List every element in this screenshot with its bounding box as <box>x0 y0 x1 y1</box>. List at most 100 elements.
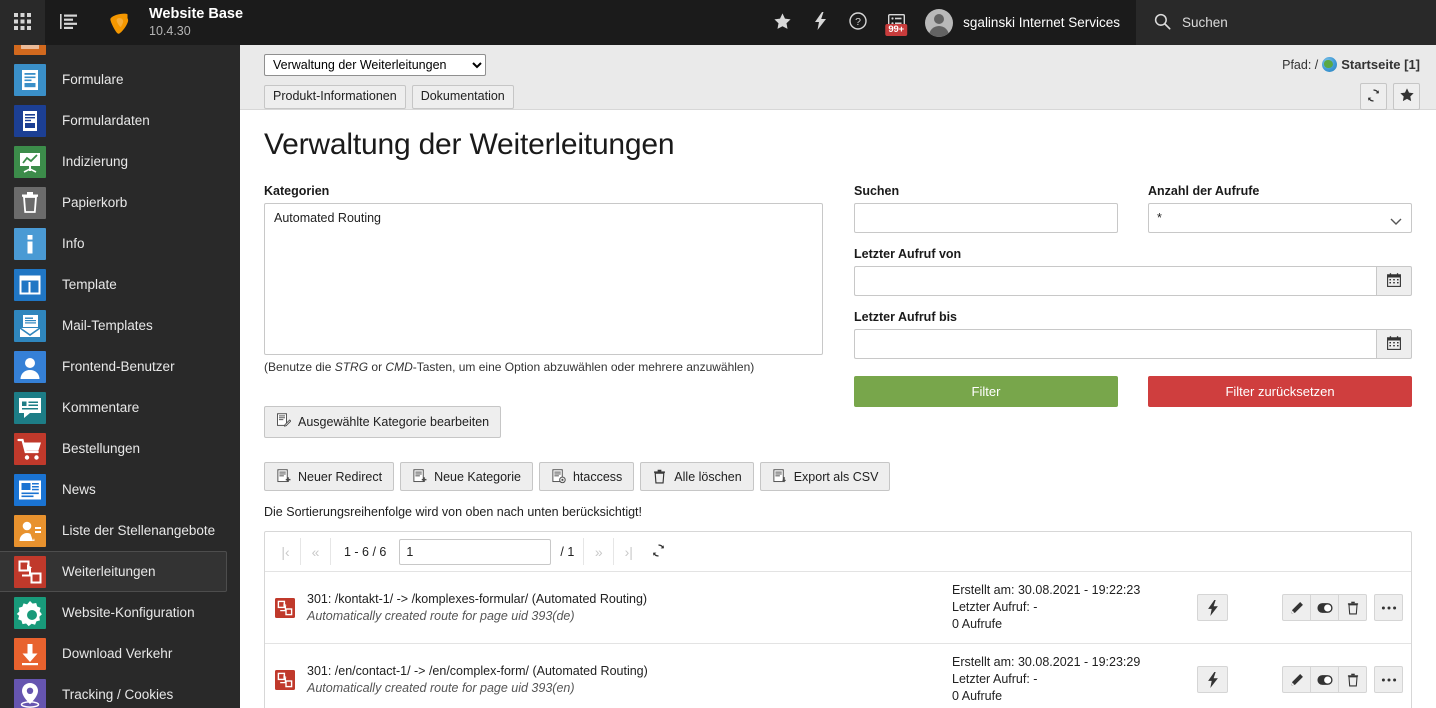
sidebar-item-label: Frontend-Benutzer <box>62 359 175 374</box>
sidebar-item-info[interactable]: Info <box>0 223 240 264</box>
toggle-hide-button[interactable] <box>1310 594 1339 621</box>
avatar <box>925 8 954 37</box>
sidebar-item-news[interactable]: News <box>0 469 240 510</box>
top-toolbar: Website Base 10.4.30 ? 99+ sgalinski Int… <box>0 0 1436 45</box>
sidebar-item-indizierung[interactable]: Indizierung <box>0 141 240 182</box>
sidebar-item-liste-der-stellenangebote[interactable]: Liste der Stellenangebote <box>0 510 240 551</box>
sidebar-item-formulare[interactable]: Formulare <box>0 59 240 100</box>
next-page-button[interactable]: » <box>584 538 614 565</box>
categories-column: Kategorien Automated Routing (Benutze di… <box>264 184 824 438</box>
first-page-button[interactable]: |‹ <box>271 538 300 565</box>
neuer-redirect-button[interactable]: Neuer Redirect <box>264 462 395 491</box>
sidebar-item-unnamed[interactable] <box>0 45 240 59</box>
export-als-csv-button[interactable]: Export als CSV <box>759 462 891 491</box>
edit-button[interactable] <box>1282 594 1311 621</box>
sidebar-item-tracking-cookies[interactable]: Tracking / Cookies <box>0 674 240 708</box>
last-call-to-calendar-button[interactable] <box>1376 329 1412 359</box>
site-logo-block[interactable]: Website Base 10.4.30 <box>93 5 243 40</box>
record-title: 301: /en/contact-1/ -> /en/complex-form/… <box>307 664 648 678</box>
sidebar-item-website-konfiguration[interactable]: Website-Konfiguration <box>0 592 240 633</box>
global-search[interactable]: Suchen <box>1136 0 1436 45</box>
reset-filter-button[interactable]: Filter zurücksetzen <box>1148 376 1412 407</box>
lightning-bolt-icon <box>1207 599 1218 616</box>
htaccess-button[interactable]: htaccess <box>538 462 635 491</box>
bookmark-button[interactable] <box>1393 83 1420 110</box>
clear-cache-toolbar-item[interactable] <box>801 0 839 45</box>
system-information-toolbar-item[interactable]: 99+ <box>877 0 915 45</box>
last-page-button[interactable]: ›| <box>614 538 644 565</box>
redirect-record-list: 301: /kontakt-1/ -> /komplexes-formular/… <box>265 572 1411 708</box>
product-information-button[interactable]: Produkt-Informationen <box>264 84 406 109</box>
delete-icon <box>1346 673 1360 687</box>
sidebar-item-label: Mail-Templates <box>62 318 153 333</box>
last-call-from-calendar-button[interactable] <box>1376 266 1412 296</box>
page-tree-toggle[interactable] <box>45 0 93 45</box>
categories-multiselect[interactable]: Automated Routing <box>264 203 823 355</box>
user-toolbar-item[interactable]: sgalinski Internet Services <box>915 0 1136 45</box>
pagination-reload-button[interactable] <box>643 538 674 565</box>
more-options-button[interactable] <box>1374 594 1403 621</box>
module-function-select[interactable]: Verwaltung der Weiterleitungen <box>264 54 486 76</box>
sidebar-item-papierkorb[interactable]: Papierkorb <box>0 182 240 223</box>
reload-button[interactable] <box>1360 83 1387 110</box>
more-options-icon <box>1381 677 1397 683</box>
magnifier-icon <box>1154 13 1171 33</box>
module-menu-sidebar[interactable]: Formulare Formulardaten Indizierung Papierk… <box>0 45 240 708</box>
edit-selected-category-button[interactable]: Ausgewählte Kategorie bearbeiten <box>264 406 502 438</box>
sidebar-item-kommentare[interactable]: Kommentare <box>0 387 240 428</box>
sidebar-item-label: Template <box>62 277 117 292</box>
table-row[interactable]: 301: /en/contact-1/ -> /en/complex-form/… <box>265 643 1411 708</box>
news-icon <box>14 473 46 506</box>
edit-selected-category-label: Ausgewählte Kategorie bearbeiten <box>298 415 490 429</box>
sidebar-item-label: Info <box>62 236 85 251</box>
form-data-icon <box>14 104 46 137</box>
sort-order-note: Die Sortierungsreihenfolge wird von oben… <box>264 505 643 519</box>
help-toolbar-item[interactable]: ? <box>839 0 877 45</box>
sidebar-item-frontend-benutzer[interactable]: Frontend-Benutzer <box>0 346 240 387</box>
module-menu-toggle[interactable] <box>0 0 45 45</box>
username-label: sgalinski Internet Services <box>963 15 1120 30</box>
table-row[interactable]: 301: /kontakt-1/ -> /komplexes-formular/… <box>265 572 1411 643</box>
last-call-to-input[interactable] <box>854 329 1376 359</box>
site-name: Website Base <box>149 6 244 23</box>
alle-l-schen-button[interactable]: Alle löschen <box>640 462 754 491</box>
last-call-from-input[interactable] <box>854 266 1376 296</box>
documentation-button[interactable]: Dokumentation <box>411 84 514 109</box>
filter-button[interactable]: Filter <box>854 376 1118 407</box>
page-number-input[interactable] <box>399 538 552 565</box>
sidebar-item-download-verkehr[interactable]: Download Verkehr <box>0 633 240 674</box>
previous-page-icon: « <box>311 543 320 560</box>
previous-page-button[interactable]: « <box>301 538 330 565</box>
star-icon <box>774 12 791 33</box>
hits-select[interactable]: * <box>1148 203 1412 233</box>
record-subtitle: Automatically created route for page uid… <box>307 681 575 695</box>
record-clear-cache-button[interactable] <box>1197 594 1228 621</box>
export-csv-icon <box>772 469 787 484</box>
delete-button[interactable] <box>1338 594 1367 621</box>
edit-button[interactable] <box>1282 666 1311 693</box>
breadcrumb-page: Startseite [1] <box>1341 57 1420 72</box>
sidebar-item-formulardaten[interactable]: Formulardaten <box>0 100 240 141</box>
record-created: Erstellt am: 30.08.2021 - 19:22:23 <box>952 583 1141 597</box>
redirect-list-panel: |‹ « 1 - 6 / 6 / 1 » ›| <box>264 531 1412 708</box>
delete-button[interactable] <box>1338 666 1367 693</box>
new-category-icon <box>412 469 427 484</box>
last-call-from-group: Letzter Aufruf von <box>854 247 1412 296</box>
neue-kategorie-button[interactable]: Neue Kategorie <box>400 462 533 491</box>
sidebar-item-template[interactable]: Template <box>0 264 240 305</box>
more-options-button[interactable] <box>1374 666 1403 693</box>
delete-icon <box>1346 601 1360 615</box>
sidebar-item-mail-templates[interactable]: Mail-Templates <box>0 305 240 346</box>
record-clear-cache-button[interactable] <box>1197 666 1228 693</box>
sidebar-item-weiterleitungen[interactable]: Weiterleitungen <box>0 551 227 592</box>
bookmarks-toolbar-item[interactable] <box>763 0 801 45</box>
lightning-bolt-icon <box>1207 671 1218 688</box>
hint-cmd: CMD <box>385 360 413 374</box>
comment-icon <box>14 391 46 424</box>
category-option[interactable]: Automated Routing <box>265 209 822 227</box>
toggle-hide-button[interactable] <box>1310 666 1339 693</box>
sidebar-item-bestellungen[interactable]: Bestellungen <box>0 428 240 469</box>
list-toggle-icon <box>60 13 78 33</box>
hint-prefix: (Benutze die <box>264 360 335 374</box>
search-input[interactable] <box>854 203 1118 233</box>
